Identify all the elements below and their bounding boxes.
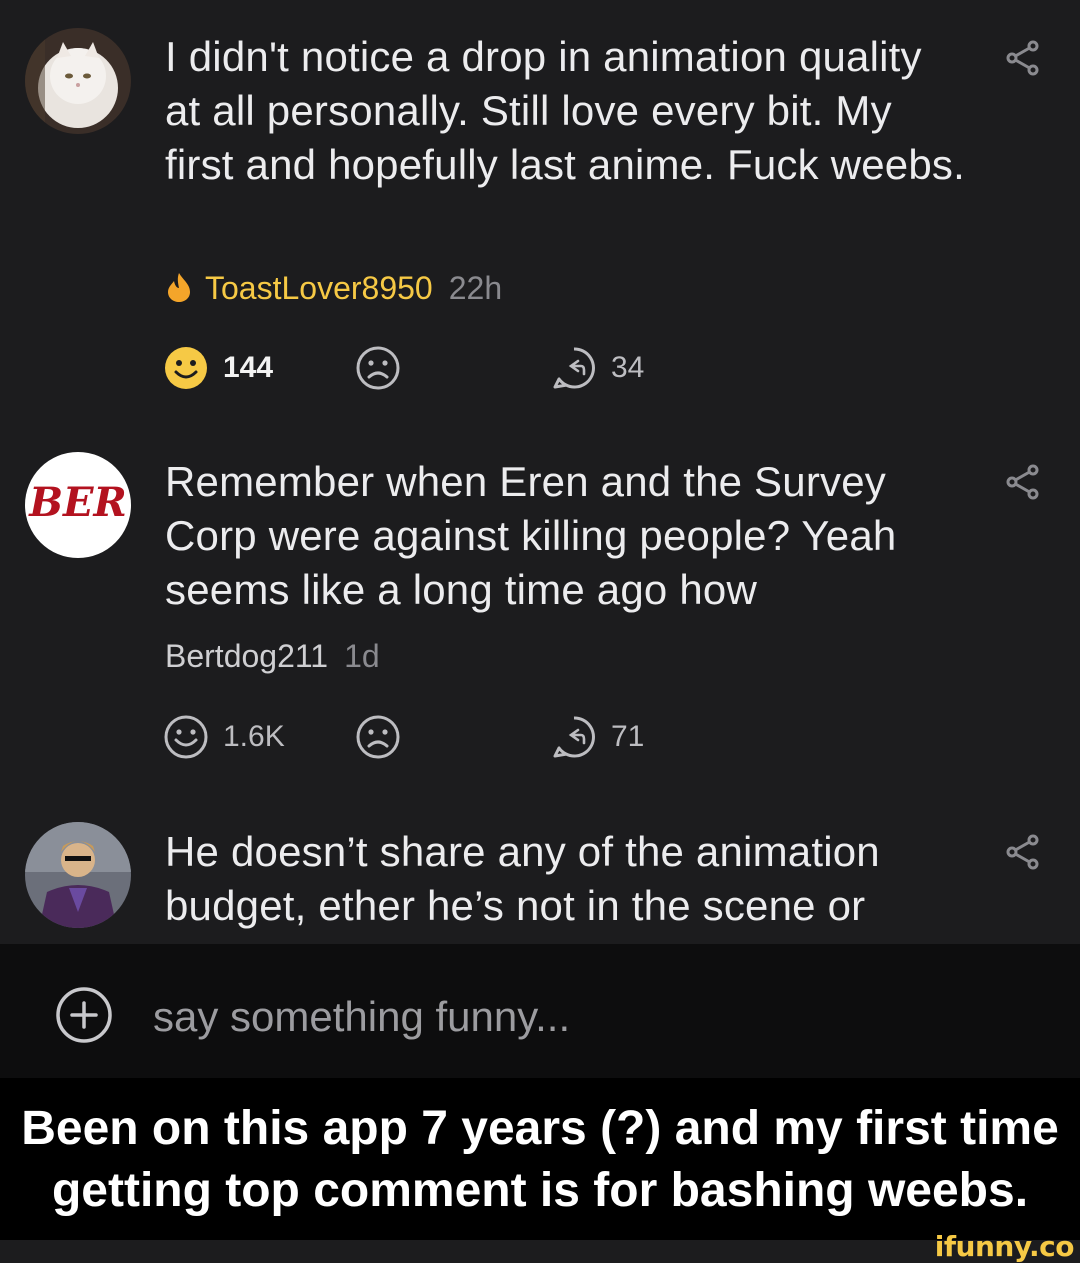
smile-button[interactable]: 144 — [163, 344, 273, 392]
unsmile-button[interactable] — [355, 344, 401, 392]
reply-icon — [553, 716, 595, 758]
watermark: ifunny.co — [934, 1230, 1075, 1263]
avatar-logo-text: BER — [28, 479, 127, 526]
avatar[interactable] — [25, 28, 131, 134]
username[interactable]: Bertdog211 — [165, 638, 328, 674]
suited-man-avatar — [25, 822, 131, 928]
smile-count: 1.6K — [223, 720, 285, 753]
smile-icon — [165, 347, 207, 389]
caption-line-2: getting top comment is for bashing weebs… — [51, 1164, 1029, 1217]
comment-text: I didn't notice a drop in animation qual… — [165, 33, 965, 188]
avatar[interactable] — [25, 822, 131, 928]
share-icon[interactable] — [1005, 40, 1041, 76]
smile-button[interactable]: 1.6K — [163, 713, 285, 761]
reply-count: 34 — [611, 351, 645, 384]
unsmile-icon — [356, 346, 400, 390]
white-cat-avatar — [25, 28, 131, 134]
reply-count: 71 — [611, 720, 645, 753]
caption-line-1: Been on this app 7 years (?) and my firs… — [21, 1102, 1059, 1155]
share-icon[interactable] — [1005, 464, 1041, 500]
smile-count: 144 — [223, 351, 274, 384]
comment-text: Remember when Eren and the Survey Corp w… — [165, 458, 897, 613]
ber-logo-avatar: BER — [25, 452, 131, 558]
timestamp: 1d — [344, 638, 380, 674]
comments-list: I didn't notice a drop in animation qual… — [0, 0, 1080, 944]
reply-icon — [553, 347, 595, 389]
meme-caption: Been on this app 7 years (?) and my firs… — [0, 1078, 1080, 1248]
flame-icon — [168, 273, 190, 302]
comment-actions: 1.6K 71 — [163, 713, 763, 761]
comment-actions: 144 34 — [163, 344, 763, 392]
comment-meta: ToastLover8950 22h — [165, 268, 502, 308]
share-icon[interactable] — [1005, 834, 1041, 870]
smile-icon — [164, 715, 208, 759]
reply-button[interactable]: 71 — [551, 713, 644, 761]
avatar[interactable]: BER — [25, 452, 131, 558]
bottom-bar — [0, 1240, 1080, 1260]
timestamp: 22h — [448, 270, 503, 306]
unsmile-button[interactable] — [355, 713, 401, 761]
plus-circle-icon[interactable] — [55, 986, 113, 1044]
username[interactable]: ToastLover8950 — [205, 270, 433, 306]
comment-text: He doesn’t share any of the animation bu… — [165, 828, 880, 929]
unsmile-icon — [356, 715, 400, 759]
reply-button[interactable]: 34 — [551, 344, 644, 392]
comment-input[interactable]: say something funny... — [153, 992, 570, 1042]
comment-meta: Bertdog211 1d — [165, 636, 380, 676]
